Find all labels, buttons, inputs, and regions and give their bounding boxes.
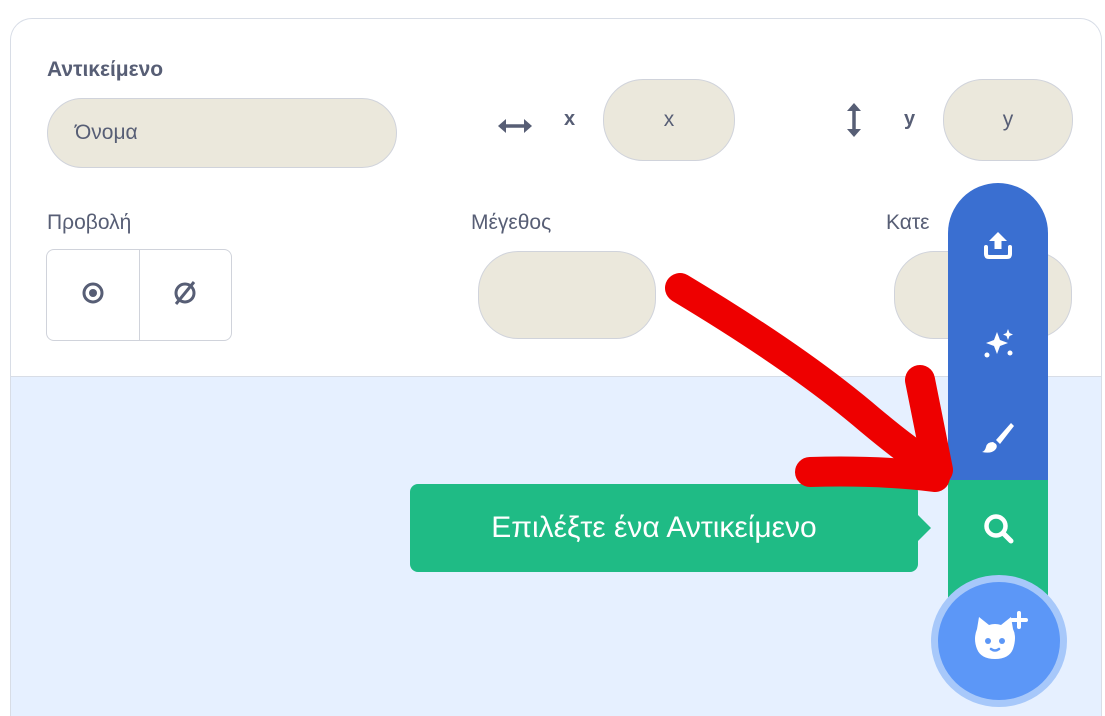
visibility-toggle [46, 249, 232, 341]
cat-plus-icon [969, 610, 1029, 672]
vertical-arrows-icon [844, 101, 864, 144]
search-icon [981, 511, 1015, 550]
x-placeholder: x [663, 108, 675, 131]
y-input[interactable]: y [943, 79, 1073, 161]
horizontal-arrows-icon [496, 114, 534, 143]
sprite-name-input[interactable]: Όνομα [47, 98, 397, 168]
sparkle-icon [981, 326, 1015, 365]
upload-icon [981, 227, 1015, 266]
size-input[interactable] [478, 251, 656, 339]
sprite-label: Αντικείμενο [47, 58, 164, 81]
choose-sprite-tooltip: Επιλέξτε ένα Αντικείμενο [410, 484, 918, 572]
show-label: Προβολή [47, 211, 132, 234]
y-label: y [904, 108, 916, 130]
y-placeholder: y [1002, 108, 1014, 131]
paint-button[interactable] [948, 393, 1048, 485]
tooltip-arrow [917, 514, 931, 542]
show-button[interactable] [47, 250, 139, 340]
direction-label: Κατε [886, 211, 930, 234]
x-input[interactable]: x [603, 79, 735, 161]
size-label: Μέγεθος [471, 211, 552, 234]
paintbrush-icon [981, 420, 1015, 459]
add-sprite-button[interactable] [938, 582, 1060, 700]
sprite-info-panel: Αντικείμενο Όνομα x x y y Προβολή Μέγεθο… [11, 19, 1101, 377]
choose-sprite-button[interactable] [948, 480, 1048, 580]
hide-button[interactable] [138, 250, 232, 340]
eye-slash-icon [170, 279, 200, 312]
sprite-pane: Αντικείμενο Όνομα x x y y Προβολή Μέγεθο… [10, 18, 1102, 716]
tooltip-text: Επιλέξτε ένα Αντικείμενο [491, 511, 817, 544]
eye-icon [79, 282, 107, 309]
surprise-button[interactable] [948, 298, 1048, 393]
x-label: x [564, 108, 576, 130]
upload-sprite-button[interactable] [948, 183, 1048, 298]
sprite-name-placeholder: Όνομα [75, 121, 138, 144]
